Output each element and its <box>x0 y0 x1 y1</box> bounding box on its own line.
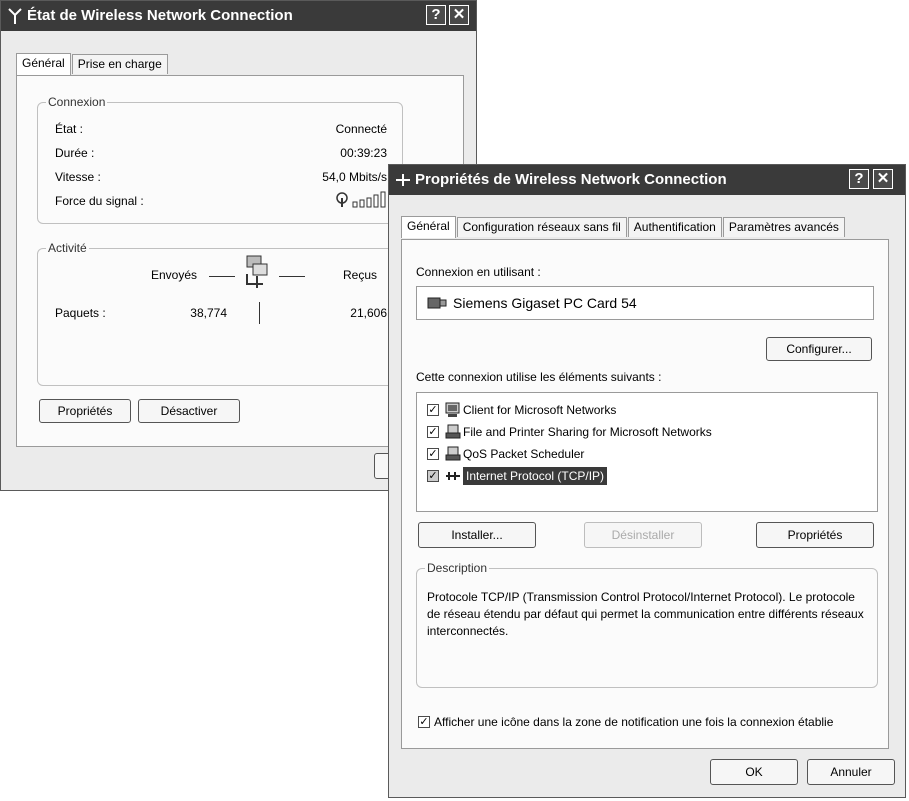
show-icon-label: Afficher une icône dans la zone de notif… <box>434 715 834 729</box>
uninstall-button[interactable]: Désinstaller <box>584 522 702 548</box>
help-button[interactable]: ? <box>426 5 446 25</box>
close-button[interactable]: ✕ <box>873 169 893 189</box>
status-properties-button[interactable]: Propriétés <box>39 399 131 423</box>
client-icon <box>445 402 461 421</box>
component-name: QoS Packet Scheduler <box>463 447 585 461</box>
protocol-icon <box>445 468 461 487</box>
antenna-icon <box>7 7 23 25</box>
network-connection-icon <box>395 171 411 189</box>
sent-label: Envoyés <box>151 268 198 282</box>
description-legend: Description <box>425 561 490 575</box>
received-line <box>279 276 305 277</box>
component-properties-button[interactable]: Propriétés <box>756 522 874 548</box>
adapter-name: Siemens Gigaset PC Card 54 <box>453 295 637 311</box>
duration-value: 00:39:23 <box>340 146 387 160</box>
signal-strength-icon <box>335 190 389 211</box>
component-name: Client for Microsoft Networks <box>463 403 617 417</box>
configure-button[interactable]: Configurer... <box>766 337 872 361</box>
component-checkbox[interactable]: ✓ <box>427 470 439 482</box>
state-label: État : <box>55 122 84 136</box>
network-activity-icon <box>239 254 275 293</box>
list-item[interactable]: ✓ Client for Microsoft Networks <box>427 401 867 419</box>
connexion-legend: Connexion <box>46 95 108 109</box>
status-titlebar[interactable]: État de Wireless Network Connection ? ✕ <box>1 1 476 31</box>
network-card-icon <box>427 295 447 314</box>
speed-value: 54,0 Mbits/s <box>322 170 387 184</box>
tab-general[interactable]: Général <box>16 53 71 75</box>
component-checkbox[interactable]: ✓ <box>427 404 439 416</box>
show-icon-checkbox[interactable]: ✓ <box>418 716 430 728</box>
properties-window: Propriétés de Wireless Network Connectio… <box>388 164 906 798</box>
file-sharing-icon <box>445 424 461 443</box>
activity-legend: Activité <box>46 241 89 255</box>
disable-button[interactable]: Désactiver <box>138 399 240 423</box>
list-item[interactable]: ✓ QoS Packet Scheduler <box>427 445 867 463</box>
description-group: Description Protocole TCP/IP (Transmissi… <box>416 561 878 688</box>
state-value: Connecté <box>335 122 387 136</box>
tab-advanced[interactable]: Paramètres avancés <box>722 217 845 237</box>
packets-divider <box>259 302 260 324</box>
components-label: Cette connexion utilise les éléments sui… <box>416 370 662 384</box>
packets-label: Paquets : <box>55 306 106 320</box>
properties-general-panel: Connexion en utilisant : Siemens Gigaset… <box>401 239 889 749</box>
properties-title: Propriétés de Wireless Network Connectio… <box>415 171 727 188</box>
received-label: Reçus <box>343 268 378 282</box>
sent-line <box>209 276 235 277</box>
tab-wireless-networks[interactable]: Configuration réseaux sans fil <box>456 217 627 237</box>
component-name: Internet Protocol (TCP/IP) <box>463 467 608 485</box>
qos-icon <box>445 446 461 465</box>
cancel-button[interactable]: Annuler <box>807 759 895 785</box>
description-text: Protocole TCP/IP (Transmission Control P… <box>427 590 864 638</box>
install-button[interactable]: Installer... <box>418 522 536 548</box>
tab-general[interactable]: Général <box>401 216 456 238</box>
signal-label: Force du signal : <box>55 194 144 208</box>
component-checkbox[interactable]: ✓ <box>427 448 439 460</box>
ok-button[interactable]: OK <box>710 759 798 785</box>
packets-received-value: 21,606 <box>350 306 387 320</box>
tab-support[interactable]: Prise en charge <box>71 54 168 74</box>
list-item-selected[interactable]: ✓ Internet Protocol (TCP/IP) <box>427 467 867 485</box>
packets-sent-value: 38,774 <box>190 306 227 320</box>
close-button[interactable]: ✕ <box>449 5 469 25</box>
status-title: État de Wireless Network Connection <box>27 7 293 24</box>
speed-label: Vitesse : <box>55 170 101 184</box>
adapter-box: Siemens Gigaset PC Card 54 <box>416 286 874 320</box>
duration-label: Durée : <box>55 146 95 160</box>
list-item[interactable]: ✓ File and Printer Sharing for Microsoft… <box>427 423 867 441</box>
tab-authentication[interactable]: Authentification <box>627 217 722 237</box>
help-button[interactable]: ? <box>849 169 869 189</box>
properties-titlebar[interactable]: Propriétés de Wireless Network Connectio… <box>389 165 905 195</box>
component-name: File and Printer Sharing for Microsoft N… <box>463 425 712 439</box>
components-list[interactable]: ✓ Client for Microsoft Networks ✓ File a… <box>416 392 878 512</box>
component-checkbox[interactable]: ✓ <box>427 426 439 438</box>
connect-using-label: Connexion en utilisant : <box>416 265 541 279</box>
